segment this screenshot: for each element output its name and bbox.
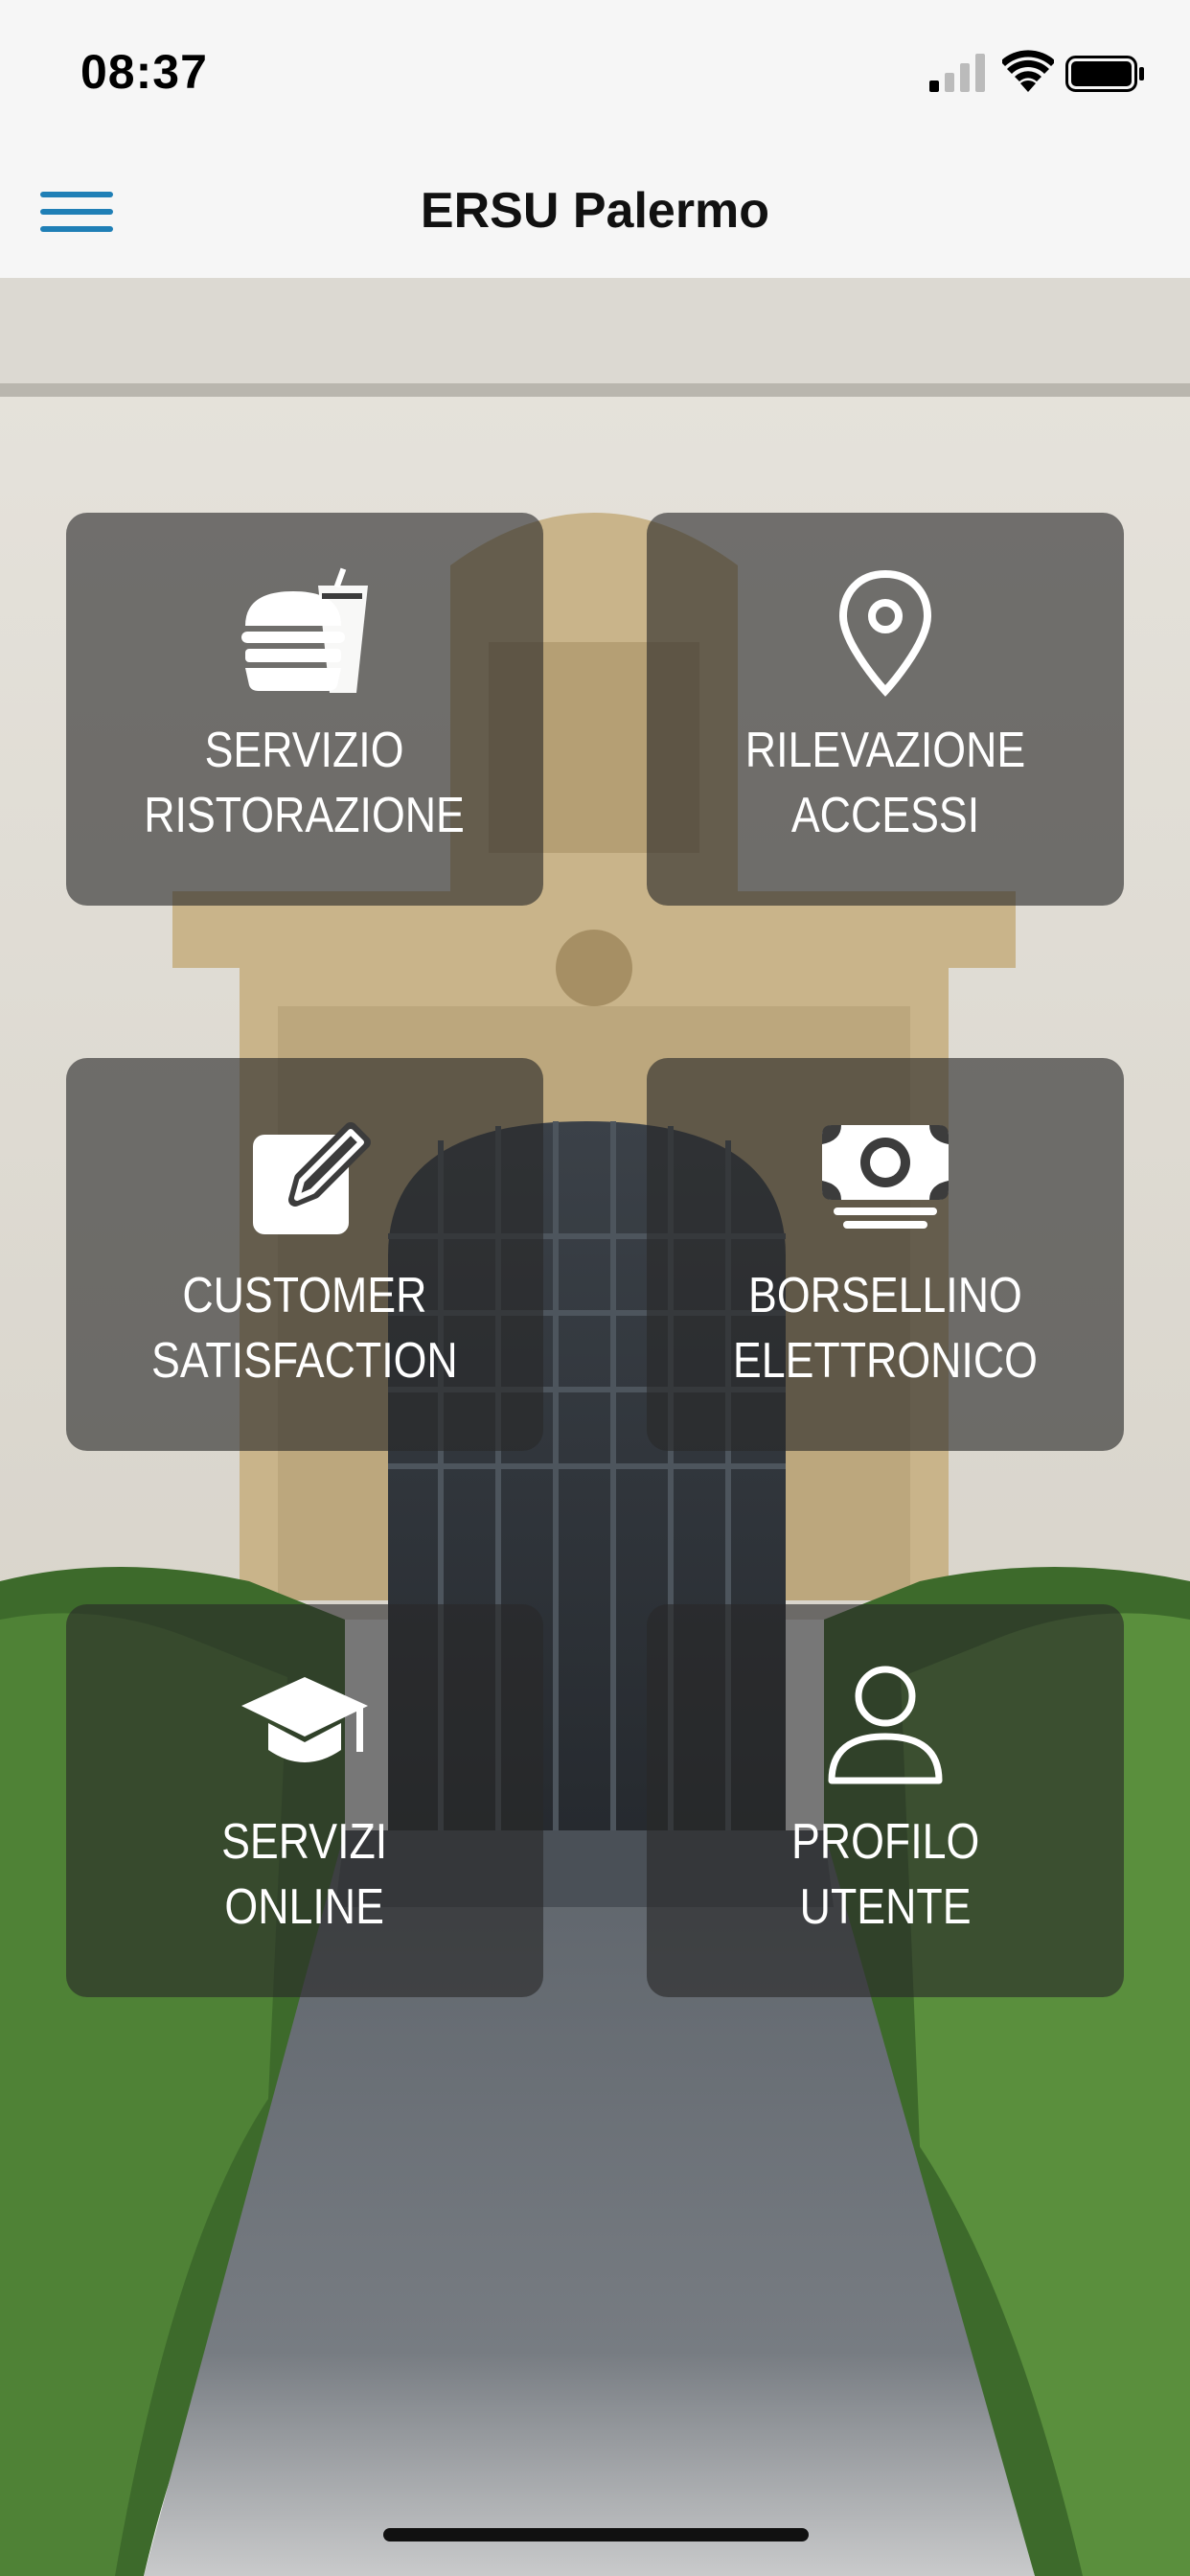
tile-label-line2: UTENTE — [799, 1879, 972, 1935]
status-time: 08:37 — [80, 45, 208, 99]
tile-borsellino-elettronico[interactable]: BORSELLINO ELETTRONICO — [647, 1058, 1124, 1451]
tile-label-line1: BORSELLINO — [748, 1268, 1022, 1323]
tile-profilo-utente[interactable]: PROFILO UTENTE — [647, 1604, 1124, 1997]
tile-label-line1: SERVIZIO — [205, 723, 404, 778]
tile-label-line1: CUSTOMER — [182, 1268, 427, 1323]
status-bar: 08:37 — [0, 0, 1190, 144]
page-title: ERSU Palermo — [420, 183, 770, 239]
tile-servizio-ristorazione[interactable]: SERVIZIO RISTORAZIONE — [66, 513, 543, 906]
tile-label-line1: PROFILO — [790, 1814, 980, 1870]
home-indicator[interactable] — [383, 2528, 809, 2542]
tile-customer-satisfaction[interactable]: CUSTOMER SATISFACTION — [66, 1058, 543, 1451]
tile-rilevazione-accessi[interactable]: RILEVAZIONE ACCESSI — [647, 513, 1124, 906]
edit-icon — [238, 1112, 372, 1246]
tile-label-line2: SATISFACTION — [151, 1333, 458, 1389]
food-icon — [238, 566, 372, 701]
location-pin-icon — [818, 566, 952, 701]
tile-label-line2: ONLINE — [224, 1879, 385, 1935]
graduation-cap-icon — [238, 1658, 372, 1792]
tile-servizi-online[interactable]: SERVIZI ONLINE — [66, 1604, 543, 1997]
tile-label-line1: SERVIZI — [221, 1814, 388, 1870]
money-icon — [818, 1112, 952, 1246]
user-icon — [818, 1658, 952, 1792]
navigation-bar: ERSU Palermo — [0, 144, 1190, 279]
wifi-icon — [1002, 50, 1054, 92]
tile-label-line1: RILEVAZIONE — [744, 723, 1026, 778]
battery-icon — [1065, 56, 1144, 92]
cellular-signal-icon — [929, 54, 985, 92]
tile-label-line2: ELETTRONICO — [732, 1333, 1039, 1389]
tile-label-line2: ACCESSI — [790, 788, 980, 843]
tile-label-line2: RISTORAZIONE — [144, 788, 466, 843]
